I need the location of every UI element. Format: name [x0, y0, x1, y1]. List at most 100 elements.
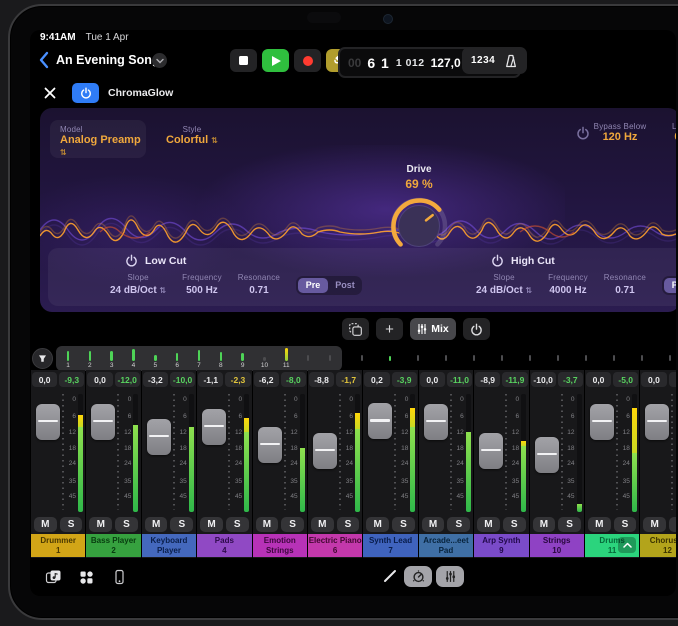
solo-button[interactable]: S — [281, 517, 304, 532]
song-title[interactable]: An Evening Song — [56, 53, 159, 67]
low-cut-slope[interactable]: Slope 24 dB/Oct ⇅ — [110, 273, 166, 297]
fader-db-readout[interactable]: -1,1 — [198, 372, 223, 387]
channel-label[interactable]: Arp Synth 9 — [474, 534, 528, 557]
fader-db-readout[interactable]: -3,2 — [143, 372, 168, 387]
fader-db-readout[interactable]: 0,0 — [420, 372, 445, 387]
pencil-icon[interactable] — [382, 568, 398, 584]
solo-button[interactable]: S — [447, 517, 470, 532]
mute-button[interactable]: M — [477, 517, 500, 532]
meter-db-readout[interactable]: -3,9 — [392, 372, 417, 387]
fader-handle[interactable] — [91, 404, 115, 440]
meter-db-readout[interactable]: -9,3 — [59, 372, 84, 387]
collapse-button[interactable] — [618, 537, 636, 553]
overview-offscreen-channels[interactable] — [352, 346, 676, 373]
pre-button[interactable]: Pre — [298, 278, 328, 293]
channel-label[interactable]: Keyboard Player 3 — [142, 534, 196, 557]
level-control[interactable]: Level 0.0 — [652, 122, 676, 143]
solo-button[interactable]: S — [337, 517, 360, 532]
browser-button[interactable] — [43, 568, 63, 586]
channel-label[interactable]: Emotion Strings 5 — [253, 534, 307, 557]
channel-label[interactable]: Arcade...eet Pad 8 — [419, 534, 473, 557]
meter-db-readout[interactable]: -11,9 — [502, 372, 527, 387]
overview-visible-window[interactable]: 1234567891011 — [56, 346, 342, 371]
solo-button[interactable]: S — [669, 517, 676, 532]
meter-db-readout[interactable]: -5,0 — [613, 372, 638, 387]
meter-db-readout[interactable] — [669, 372, 677, 387]
controls-view-button[interactable] — [404, 566, 432, 587]
low-cut-resonance[interactable]: Resonance 0.71 — [238, 273, 280, 297]
duplicate-button[interactable] — [342, 318, 369, 340]
fader-handle[interactable] — [147, 419, 171, 455]
bypass-below-control[interactable]: Bypass Below 120 Hz — [585, 122, 655, 143]
play-button[interactable] — [262, 49, 289, 72]
mix-view-button[interactable]: Mix — [410, 318, 456, 340]
fader-db-readout[interactable]: 0,0 — [87, 372, 112, 387]
mute-button[interactable]: M — [34, 517, 57, 532]
solo-button[interactable]: S — [60, 517, 83, 532]
metronome-icon[interactable] — [504, 54, 518, 68]
fader-handle[interactable] — [535, 437, 559, 473]
meter-db-readout[interactable]: -3,7 — [558, 372, 583, 387]
pre-button[interactable]: Pre — [664, 278, 676, 293]
fader-handle[interactable] — [590, 404, 614, 440]
style-selector[interactable]: Style Colorful ⇅ — [166, 125, 218, 146]
back-icon[interactable] — [38, 51, 50, 69]
mute-button[interactable]: M — [89, 517, 112, 532]
fader-db-readout[interactable]: 0,0 — [32, 372, 57, 387]
device-button[interactable] — [109, 568, 129, 586]
drive-knob[interactable] — [389, 196, 449, 256]
meter-db-readout[interactable]: -11,0 — [447, 372, 472, 387]
meter-db-readout[interactable]: -12,0 — [115, 372, 140, 387]
solo-button[interactable]: S — [614, 517, 637, 532]
mute-button[interactable]: M — [588, 517, 611, 532]
solo-button[interactable]: S — [170, 517, 193, 532]
low-cut-frequency[interactable]: Frequency 500 Hz — [182, 273, 222, 297]
mute-button[interactable]: M — [200, 517, 223, 532]
mixer-power-button[interactable] — [463, 318, 490, 340]
high-cut-slope[interactable]: Slope 24 dB/Oct ⇅ — [476, 273, 532, 297]
filter-button[interactable] — [32, 348, 53, 369]
fader-handle[interactable] — [36, 404, 60, 440]
mixer-view-button[interactable] — [436, 566, 464, 587]
fader-db-readout[interactable]: -6,2 — [254, 372, 279, 387]
fader-handle[interactable] — [258, 427, 282, 463]
fader-handle[interactable] — [645, 404, 669, 440]
mute-button[interactable]: M — [366, 517, 389, 532]
fader-handle[interactable] — [313, 433, 337, 469]
channel-label[interactable]: Bass Player 2 — [86, 534, 140, 557]
fader-db-readout[interactable]: 0,0 — [586, 372, 611, 387]
meter-db-readout[interactable]: -1,7 — [336, 372, 361, 387]
fader-db-readout[interactable]: 0,0 — [641, 372, 666, 387]
solo-button[interactable]: S — [226, 517, 249, 532]
objects-button[interactable] — [76, 568, 96, 586]
mute-button[interactable]: M — [422, 517, 445, 532]
mute-button[interactable]: M — [533, 517, 556, 532]
meter-db-readout[interactable]: -8,0 — [281, 372, 306, 387]
channel-label[interactable]: Drummer 1 — [31, 534, 85, 557]
solo-button[interactable]: S — [392, 517, 415, 532]
channel-label[interactable]: Electric Piano 6 — [308, 534, 362, 557]
meter-db-readout[interactable]: -10,0 — [170, 372, 195, 387]
fader-db-readout[interactable]: -8,9 — [475, 372, 500, 387]
mute-button[interactable]: M — [145, 517, 168, 532]
add-track-button[interactable]: + — [376, 318, 403, 340]
solo-button[interactable]: S — [115, 517, 138, 532]
solo-button[interactable]: S — [558, 517, 581, 532]
post-button[interactable]: Post — [330, 278, 360, 293]
high-cut-power-icon[interactable] — [491, 254, 504, 267]
close-icon[interactable] — [43, 86, 57, 100]
song-menu-button[interactable] — [152, 53, 167, 68]
mute-button[interactable]: M — [256, 517, 279, 532]
channel-label[interactable]: Strings 10 — [530, 534, 584, 557]
fader-db-readout[interactable]: 0,2 — [364, 372, 389, 387]
plugin-power-button[interactable] — [72, 83, 99, 103]
fader-db-readout[interactable]: -10,0 — [531, 372, 556, 387]
fader-handle[interactable] — [368, 403, 392, 439]
channel-label[interactable]: Synth Lead 7 — [363, 534, 417, 557]
fader-handle[interactable] — [424, 404, 448, 440]
stop-button[interactable] — [230, 49, 257, 72]
count-in-button[interactable]: 1234 — [471, 55, 495, 66]
meter-db-readout[interactable]: -2,3 — [225, 372, 250, 387]
fader-handle[interactable] — [479, 433, 503, 469]
channel-label[interactable]: Pads 4 — [197, 534, 251, 557]
